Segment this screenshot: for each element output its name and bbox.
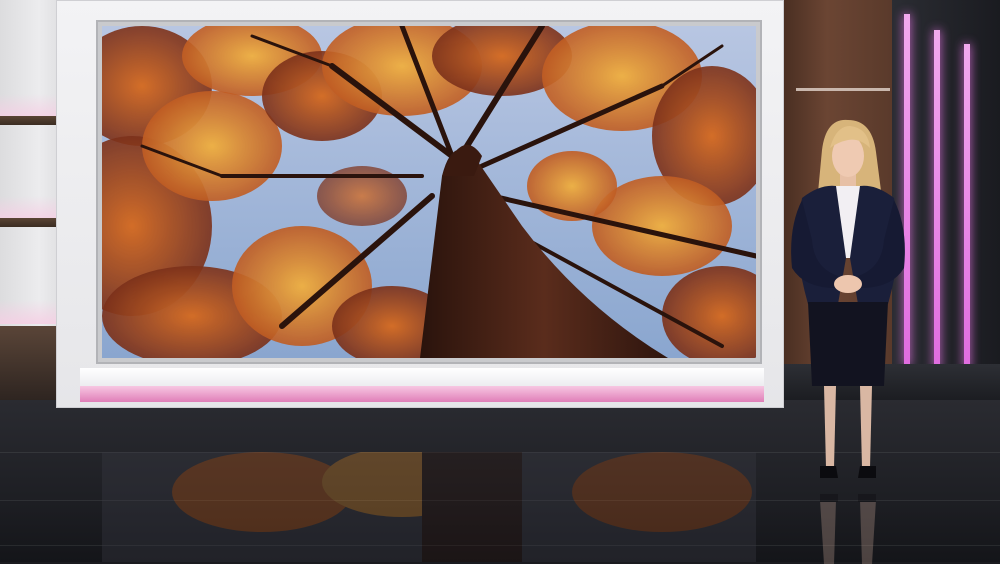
pink-light-strip [80, 386, 764, 402]
autumn-tree-image [102, 26, 756, 358]
wall-shelf [0, 218, 56, 227]
neon-light [964, 44, 970, 370]
studio-scene [0, 0, 1000, 564]
shelf-glow [0, 94, 56, 118]
presenter [780, 118, 916, 500]
left-base [0, 326, 56, 402]
wall-shelf [0, 116, 56, 125]
video-screen [102, 26, 756, 358]
screen-frame-base [80, 368, 764, 386]
neon-light [934, 30, 940, 370]
shelf-glow [0, 300, 56, 324]
wood-strip [796, 88, 890, 91]
shelf-glow [0, 196, 56, 220]
screen-reflection [102, 452, 756, 562]
presenter-reflection [780, 494, 916, 564]
